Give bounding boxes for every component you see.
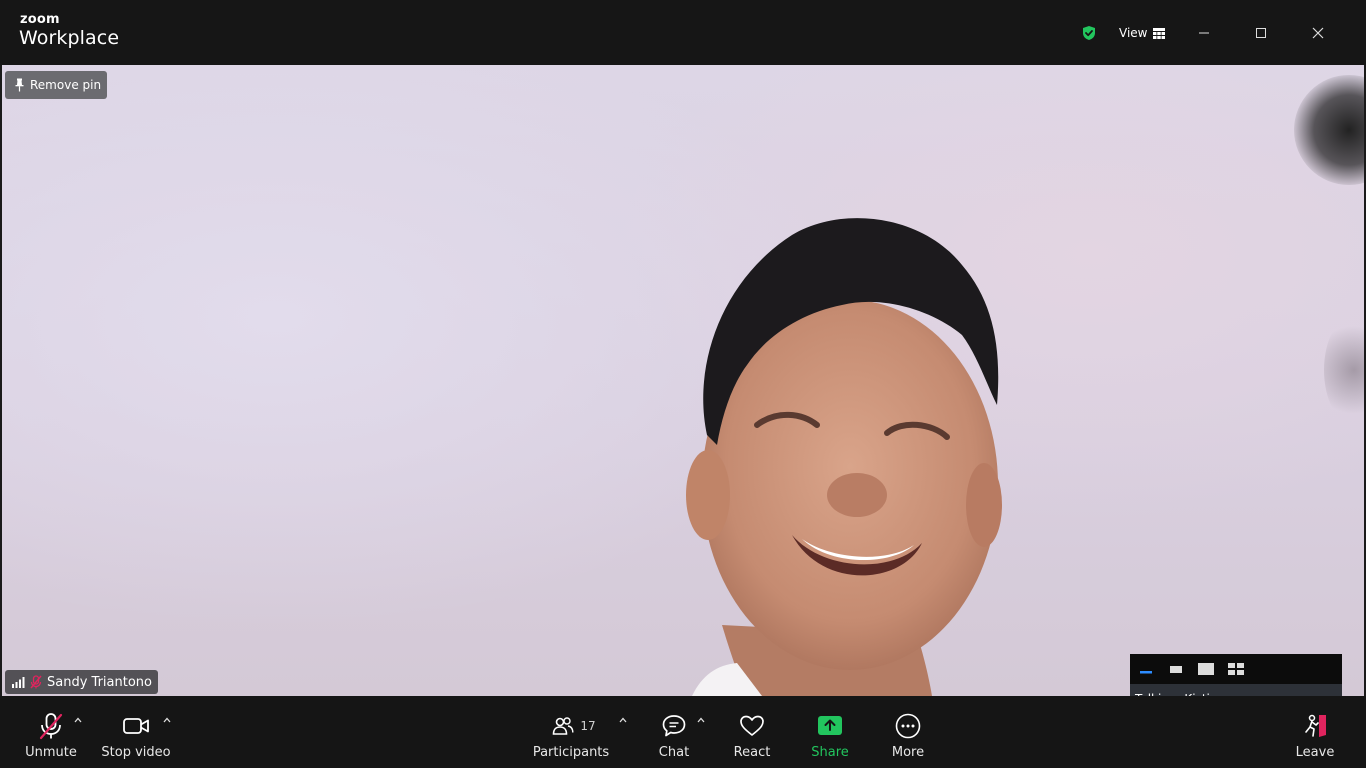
chat-options-chevron-icon[interactable] <box>695 714 707 726</box>
close-icon <box>1312 27 1324 39</box>
audio-options-chevron-icon[interactable] <box>72 714 84 726</box>
minimize-video-icon <box>1140 671 1152 674</box>
react-label: React <box>733 745 771 760</box>
view-label: View <box>1119 26 1148 40</box>
participants-button[interactable]: 17 Participants <box>533 696 609 768</box>
chat-label: Chat <box>658 745 690 760</box>
stop-video-button[interactable]: Stop video <box>101 696 171 768</box>
more-button[interactable]: More <box>888 696 928 768</box>
minimize-button[interactable] <box>1193 22 1215 44</box>
share-screen-icon <box>818 716 842 735</box>
maximize-icon <box>1256 28 1266 38</box>
remove-pin-label: Remove pin <box>30 78 102 92</box>
meeting-toolbar: Unmute Stop video 17 Participants Chat R… <box>0 696 1366 768</box>
minimize-icon <box>1199 32 1209 34</box>
video-feed[interactable] <box>2 65 1364 696</box>
video-options-chevron-icon[interactable] <box>161 714 173 726</box>
muted-mic-icon <box>30 675 42 689</box>
small-video-icon <box>1170 666 1182 673</box>
more-options-icon <box>895 713 921 739</box>
pin-icon <box>15 78 24 92</box>
encryption-shield-icon[interactable] <box>1081 25 1097 41</box>
participants-icon <box>553 717 574 735</box>
workplace-logo-text: Workplace <box>19 27 120 49</box>
share-button[interactable]: Share <box>810 696 850 768</box>
zoom-logo-text: zoom <box>20 12 60 27</box>
participant-name-tag: Sandy Triantono <box>5 670 158 694</box>
gallery-grid-icon <box>1153 27 1166 39</box>
view-button[interactable]: View <box>1119 24 1166 42</box>
unmute-label: Unmute <box>25 745 77 760</box>
react-button[interactable]: React <box>731 696 773 768</box>
participant-name: Sandy Triantono <box>47 674 152 690</box>
title-bar: zoom Workplace View <box>0 0 1366 65</box>
grid-video-button[interactable] <box>1226 662 1246 676</box>
participants-options-chevron-icon[interactable] <box>617 714 629 726</box>
muted-microphone-icon <box>39 713 63 740</box>
participants-label: Participants <box>532 745 610 760</box>
more-label: More <box>891 745 925 760</box>
medium-video-button[interactable] <box>1196 662 1216 676</box>
close-button[interactable] <box>1307 22 1329 44</box>
video-camera-icon <box>123 718 149 734</box>
small-video-button[interactable] <box>1166 662 1186 676</box>
signal-strength-icon <box>12 677 25 688</box>
leave-label: Leave <box>1295 745 1335 760</box>
minimize-video-button[interactable] <box>1136 662 1156 676</box>
grid-video-icon <box>1228 663 1244 675</box>
share-label: Share <box>811 745 849 760</box>
participants-count: 17 <box>580 719 596 733</box>
stop-video-label: Stop video <box>101 745 171 760</box>
mini-panel-controls <box>1130 654 1342 684</box>
leave-exit-icon <box>1305 714 1326 737</box>
participant-video-person <box>686 218 1002 696</box>
maximize-button[interactable] <box>1250 22 1272 44</box>
chat-button[interactable]: Chat <box>654 696 694 768</box>
medium-video-icon <box>1198 663 1214 675</box>
unmute-button[interactable]: Unmute <box>22 696 80 768</box>
chat-bubble-icon <box>662 715 686 737</box>
remove-pin-button[interactable]: Remove pin <box>5 71 107 99</box>
heart-icon <box>740 715 764 736</box>
leave-button[interactable]: Leave <box>1293 696 1337 768</box>
